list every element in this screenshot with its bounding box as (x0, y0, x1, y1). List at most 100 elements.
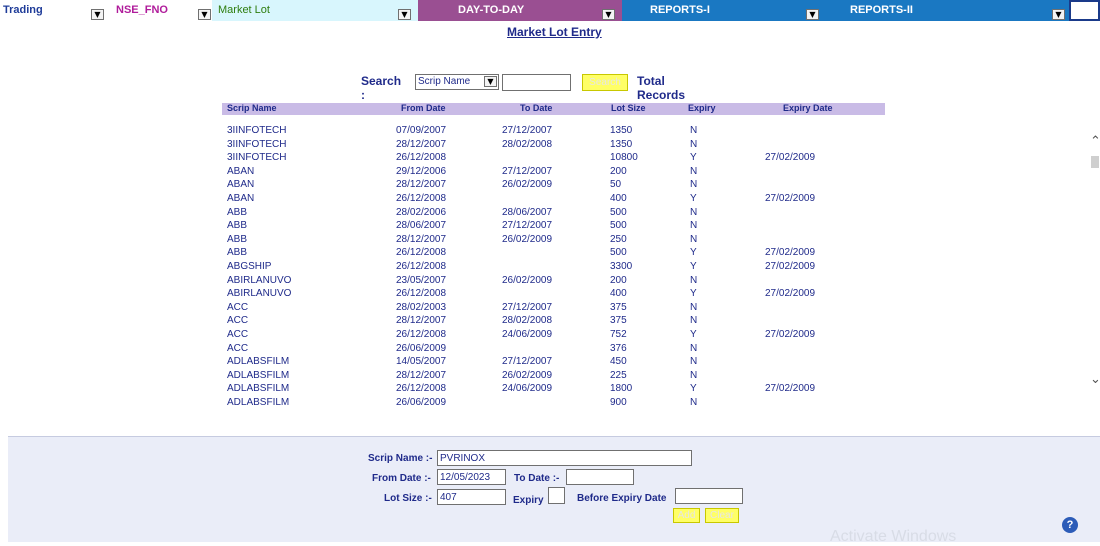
top-menu-bar: Trading ▼ NSE_FNO ▼ Market Lot ▼ DAY-TO-… (0, 0, 1100, 21)
chevron-down-icon[interactable]: ▼ (91, 9, 104, 20)
table-cell: 26/12/2008 (396, 383, 447, 395)
table-row[interactable]: ABAN 28/12/2007 26/02/2009 50 N (222, 179, 885, 192)
table-row[interactable]: ACC 26/06/2009 376 N (222, 343, 885, 356)
market-lot-table: 3IINFOTECH 07/09/2007 27/12/2007 1350 N 3IINF… (222, 125, 885, 411)
table-cell: Y (690, 383, 697, 395)
table-cell: 28/02/2008 (502, 138, 553, 150)
table-cell: 27/12/2007 (502, 301, 553, 313)
reports-2-dropdown[interactable]: REPORTS-II ▼ (824, 0, 1069, 21)
chevron-down-icon[interactable]: ▼ (198, 9, 211, 20)
lot-size-input[interactable]: 407 (437, 489, 506, 505)
table-row[interactable]: ABIRLANUVO 26/12/2008 400 Y 27/02/2009 (222, 288, 885, 301)
chevron-down-icon[interactable]: ▼ (1052, 9, 1065, 20)
table-cell: 1350 (610, 125, 633, 136)
table-row[interactable]: ACC 28/12/2007 28/02/2008 375 N (222, 315, 885, 328)
table-cell: 28/12/2007 (396, 315, 447, 327)
search-button[interactable]: Search (582, 74, 628, 91)
header-from-date: From Date (401, 103, 446, 113)
table-row[interactable]: ABGSHIP 26/12/2008 3300 Y 27/02/2009 (222, 261, 885, 274)
table-cell: ABAN (227, 165, 255, 177)
page-title: Market Lot Entry (507, 25, 602, 39)
chevron-down-icon[interactable]: ▼ (484, 76, 497, 87)
table-cell: 900 (610, 397, 627, 408)
table-cell: 23/05/2007 (396, 274, 447, 286)
expiry-checkbox[interactable] (548, 487, 565, 504)
nse-fno-dropdown[interactable]: NSE_FNO ▼ (105, 0, 212, 21)
table-cell: N (690, 274, 698, 286)
table-cell: 27/02/2009 (765, 288, 816, 300)
table-row[interactable]: ADLABSFILM 28/12/2007 26/02/2009 225 N (222, 370, 885, 383)
reports-2-label: REPORTS-II (850, 4, 913, 16)
table-cell: 3IINFOTECH (227, 125, 287, 136)
table-row[interactable]: 3IINFOTECH 07/09/2007 27/12/2007 1350 N (222, 125, 885, 138)
table-row[interactable]: 3IINFOTECH 28/12/2007 28/02/2008 1350 N (222, 139, 885, 152)
table-cell: 26/12/2008 (396, 152, 447, 164)
table-cell: N (690, 220, 698, 232)
table-cell: 26/12/2008 (396, 288, 447, 300)
table-cell: ABB (227, 247, 248, 259)
table-cell: 1800 (610, 383, 633, 395)
from-date-input[interactable]: 12/05/2023 (437, 469, 506, 485)
table-cell: Y (690, 288, 697, 300)
reports-1-dropdown[interactable]: REPORTS-I ▼ (622, 0, 824, 21)
search-input[interactable] (502, 74, 571, 91)
table-header: Scrip Name From Date To Date Lot Size Ex… (222, 103, 885, 115)
table-cell: N (690, 356, 698, 368)
chevron-down-icon[interactable]: ▼ (398, 9, 411, 20)
table-cell: 200 (610, 165, 627, 177)
trading-dropdown[interactable]: Trading ▼ (0, 0, 105, 21)
table-row[interactable]: ACC 28/02/2003 27/12/2007 375 N (222, 302, 885, 315)
chevron-down-icon[interactable]: ▼ (602, 9, 615, 20)
table-cell: N (690, 397, 698, 408)
chevron-up-icon[interactable]: ⌃ (1090, 134, 1100, 149)
table-cell: 28/06/2007 (502, 206, 553, 218)
table-row[interactable]: ABAN 26/12/2008 400 Y 27/02/2009 (222, 193, 885, 206)
table-cell: 375 (610, 301, 627, 313)
table-row[interactable]: ABB 28/12/2007 26/02/2009 250 N (222, 234, 885, 247)
table-cell: 26/02/2009 (502, 233, 553, 245)
table-cell: 26/12/2008 (396, 261, 447, 272)
table-cell: N (690, 125, 698, 136)
table-row[interactable]: ABB 28/06/2007 27/12/2007 500 N (222, 220, 885, 233)
table-row[interactable]: ABAN 29/12/2006 27/12/2007 200 N (222, 166, 885, 179)
table-row[interactable]: ACC 26/12/2008 24/06/2009 752 Y 27/02/2009 (222, 329, 885, 342)
table-cell: 3IINFOTECH (227, 138, 287, 150)
table-cell: ABIRLANUVO (227, 274, 292, 286)
extra-menu-box[interactable] (1069, 0, 1100, 21)
table-cell: 500 (610, 206, 627, 218)
before-expiry-input[interactable] (675, 488, 743, 504)
chevron-down-icon[interactable]: ⌄ (1090, 372, 1100, 387)
table-cell: 28/02/2008 (502, 315, 553, 327)
market-lot-dropdown[interactable]: Market Lot ▼ (212, 0, 418, 21)
table-cell: Y (690, 261, 697, 272)
table-cell: 28/12/2007 (396, 138, 447, 150)
trading-label: Trading (3, 4, 43, 16)
table-cell: 28/02/2003 (396, 301, 447, 313)
table-row[interactable]: ABB 26/12/2008 500 Y 27/02/2009 (222, 247, 885, 260)
table-cell: N (690, 301, 698, 313)
table-row[interactable]: 3IINFOTECH 26/12/2008 10800 Y 27/02/2009 (222, 152, 885, 165)
day-to-day-dropdown[interactable]: DAY-TO-DAY ▼ (418, 0, 622, 21)
table-row[interactable]: ABB 28/02/2006 28/06/2007 500 N (222, 207, 885, 220)
table-cell: 3IINFOTECH (227, 152, 287, 164)
table-cell: 375 (610, 315, 627, 327)
search-field-select[interactable]: Scrip Name ▼ (415, 74, 499, 90)
table-cell: 400 (610, 288, 627, 300)
lot-size-label: Lot Size :- (384, 493, 432, 504)
chevron-down-icon[interactable]: ▼ (806, 9, 819, 20)
table-row[interactable]: ABIRLANUVO 23/05/2007 26/02/2009 200 N (222, 275, 885, 288)
scrip-name-input[interactable]: PVRINOX (437, 450, 692, 466)
table-cell: 26/12/2008 (396, 329, 447, 340)
table-cell: Y (690, 329, 697, 340)
table-row[interactable]: ADLABSFILM 26/06/2009 900 N (222, 397, 885, 410)
header-to-date: To Date (520, 103, 553, 113)
clear-button[interactable]: Clear (705, 508, 739, 523)
table-row[interactable]: ADLABSFILM 26/12/2008 24/06/2009 1800 Y 27/02… (222, 383, 885, 396)
table-cell: 27/02/2009 (765, 247, 816, 259)
table-row[interactable]: ADLABSFILM 14/05/2007 27/12/2007 450 N (222, 356, 885, 369)
to-date-input[interactable] (566, 469, 634, 485)
add-button[interactable]: Add (673, 508, 700, 523)
scrollbar-thumb[interactable] (1091, 156, 1099, 168)
table-cell: 26/12/2008 (396, 193, 447, 204)
help-icon[interactable]: ? (1062, 517, 1078, 533)
